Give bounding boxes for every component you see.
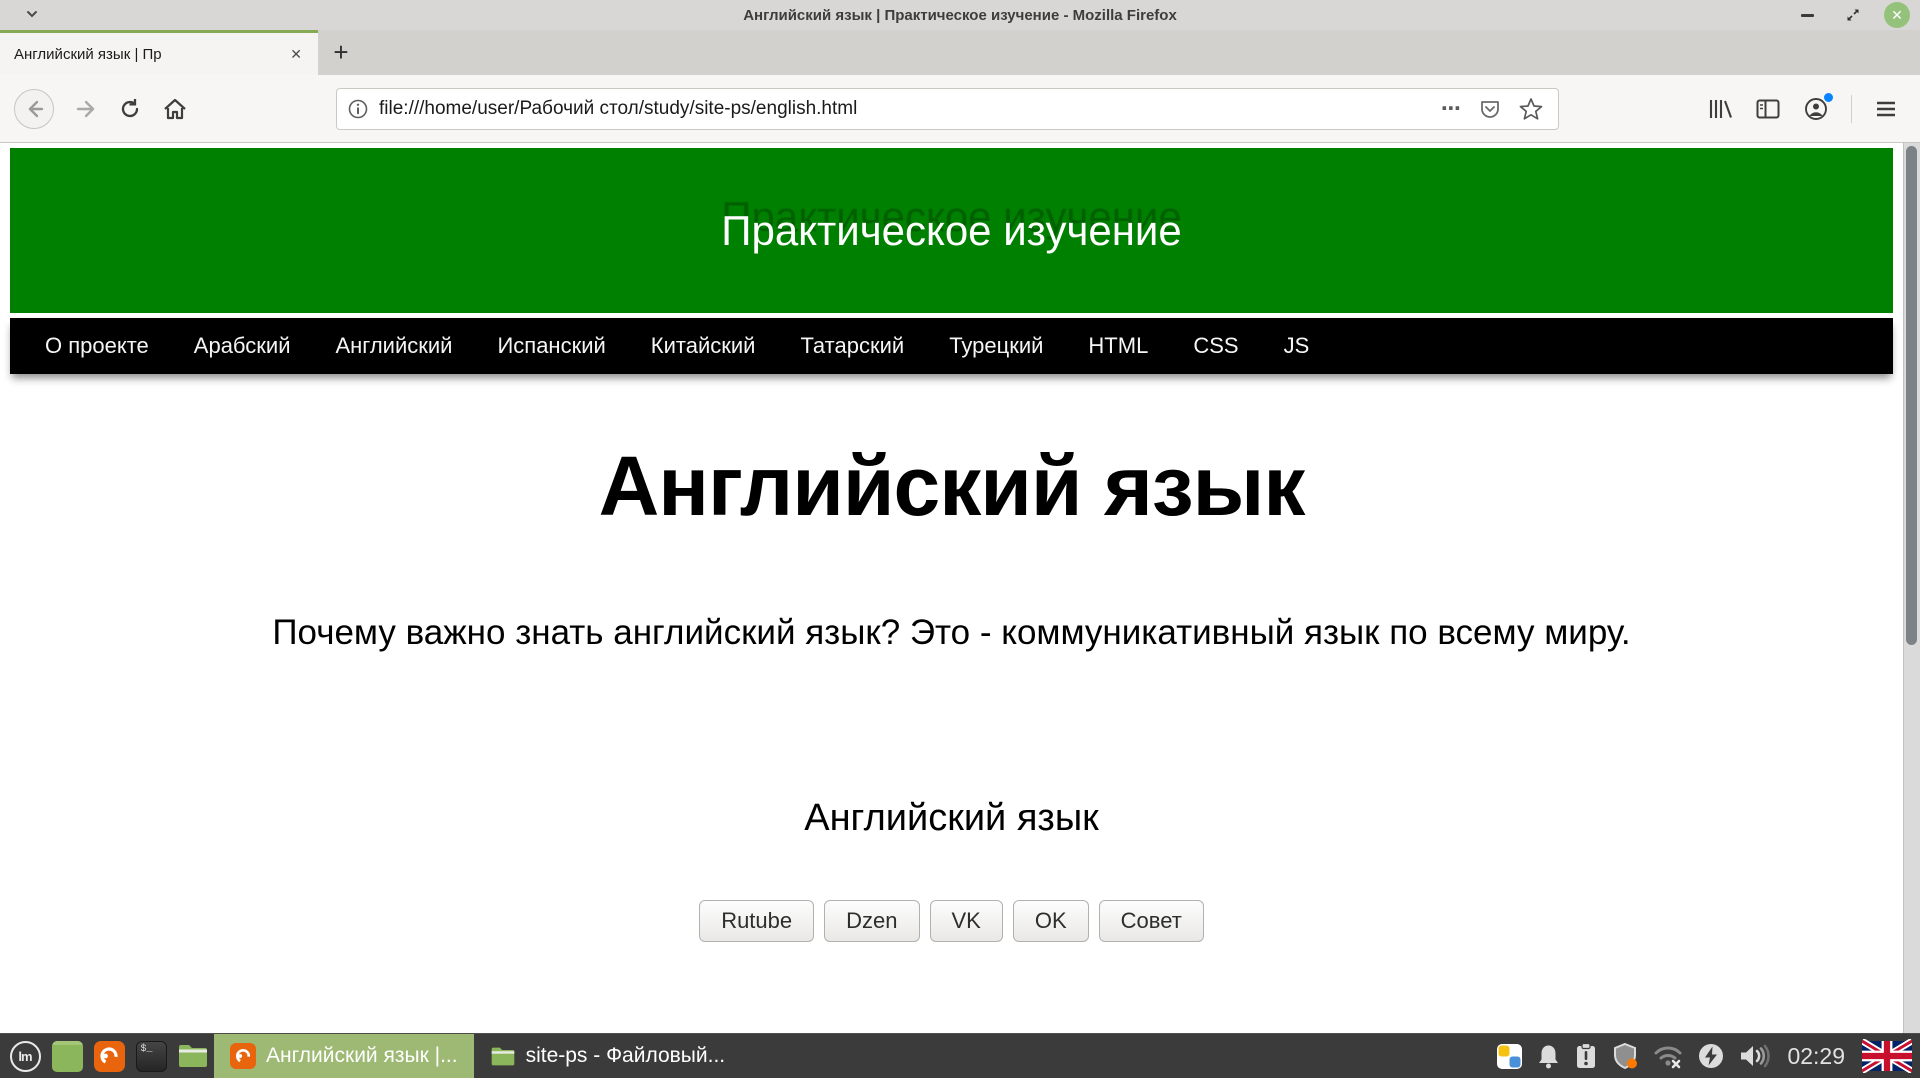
page-scrollbar[interactable] bbox=[1903, 143, 1920, 1033]
site-nav: О проекте Арабский Английский Испанский … bbox=[10, 318, 1893, 374]
tab-close-icon[interactable]: ✕ bbox=[284, 44, 308, 65]
power-icon[interactable] bbox=[1697, 1042, 1725, 1070]
nav-item-tatar[interactable]: Татарский bbox=[800, 333, 904, 359]
nav-item-css[interactable]: CSS bbox=[1193, 333, 1238, 359]
page-viewport: Практическое изучение О проекте Арабский… bbox=[0, 143, 1920, 1033]
url-actions: ⋯ bbox=[1441, 96, 1548, 122]
tab-title: Английский язык | Пр bbox=[14, 46, 284, 63]
forward-button[interactable] bbox=[74, 98, 98, 120]
subheading: Английский язык bbox=[0, 797, 1903, 840]
tab-english-page[interactable]: Английский язык | Пр ✕ bbox=[0, 30, 318, 75]
lead-paragraph: Почему важно знать английский язык? Это … bbox=[0, 613, 1903, 653]
notifications-bell-icon[interactable] bbox=[1536, 1043, 1561, 1070]
tab-strip: Английский язык | Пр ✕ + bbox=[0, 30, 1920, 75]
nav-item-arabic[interactable]: Арабский bbox=[194, 333, 291, 359]
reload-button[interactable] bbox=[118, 97, 142, 121]
toolbar-right-icons bbox=[1707, 95, 1906, 123]
task-file-manager-window[interactable]: site-ps - Файловый... bbox=[474, 1034, 742, 1078]
back-button[interactable] bbox=[14, 89, 54, 129]
terminal-icon[interactable]: $_ bbox=[130, 1034, 172, 1078]
clock[interactable]: 02:29 bbox=[1787, 1043, 1845, 1070]
pocket-icon[interactable] bbox=[1478, 97, 1502, 121]
desktop-screen: Английский язык | Практическое изучение … bbox=[0, 0, 1920, 1078]
button-vk[interactable]: VK bbox=[930, 900, 1003, 942]
notification-dot bbox=[1824, 93, 1833, 102]
url-input[interactable]: file:///home/user/Рабочий стол/study/sit… bbox=[379, 98, 1441, 120]
nav-item-spanish[interactable]: Испанский bbox=[497, 333, 605, 359]
page-content: Практическое изучение О проекте Арабский… bbox=[0, 148, 1903, 942]
minimize-button[interactable] bbox=[1792, 2, 1822, 28]
library-icon[interactable] bbox=[1707, 97, 1733, 121]
site-banner-title: Практическое изучение bbox=[721, 207, 1181, 255]
button-rutube[interactable]: Rutube bbox=[699, 900, 814, 942]
button-ok[interactable]: OK bbox=[1013, 900, 1089, 942]
updates-clipboard-icon[interactable] bbox=[1574, 1042, 1598, 1070]
nav-item-html[interactable]: HTML bbox=[1088, 333, 1148, 359]
menu-hamburger-icon[interactable] bbox=[1874, 98, 1898, 120]
task-firefox-window[interactable]: Английский язык |... bbox=[214, 1034, 474, 1078]
page-title: Английский язык bbox=[0, 438, 1903, 535]
account-icon[interactable] bbox=[1803, 96, 1829, 122]
scrollbar-thumb[interactable] bbox=[1906, 146, 1917, 645]
show-desktop-icon[interactable] bbox=[46, 1034, 88, 1078]
workspaces-icon[interactable] bbox=[1496, 1043, 1523, 1070]
wifi-offline-icon[interactable] bbox=[1652, 1043, 1684, 1069]
new-tab-button[interactable]: + bbox=[318, 30, 364, 75]
window-titlebar: Английский язык | Практическое изучение … bbox=[0, 0, 1920, 30]
folder-icon bbox=[490, 1046, 516, 1067]
system-tray: 02:29 bbox=[1496, 1039, 1912, 1073]
site-info-icon[interactable] bbox=[347, 98, 369, 120]
minimize-icon bbox=[1801, 14, 1814, 17]
files-icon[interactable] bbox=[172, 1034, 214, 1078]
nav-item-turkish[interactable]: Турецкий bbox=[949, 333, 1043, 359]
task-label: Английский язык |... bbox=[266, 1044, 458, 1068]
task-label: site-ps - Файловый... bbox=[526, 1044, 726, 1068]
close-button[interactable]: ✕ bbox=[1884, 2, 1910, 28]
taskbar: lm $_ Английский язык |... site-ps - Фай… bbox=[0, 1033, 1920, 1078]
restore-icon bbox=[1845, 7, 1861, 23]
bookmark-star-icon[interactable] bbox=[1518, 96, 1544, 122]
url-bar[interactable]: file:///home/user/Рабочий стол/study/sit… bbox=[336, 88, 1559, 130]
sidebars-icon[interactable] bbox=[1755, 97, 1781, 121]
button-sovet[interactable]: Совет bbox=[1099, 900, 1204, 942]
toolbar-divider bbox=[1851, 95, 1852, 123]
site-banner: Практическое изучение bbox=[10, 148, 1893, 313]
firefox-icon bbox=[230, 1043, 256, 1069]
link-buttons-row: Rutube Dzen VK OK Совет bbox=[0, 900, 1903, 942]
browser-toolbar: file:///home/user/Рабочий стол/study/sit… bbox=[0, 75, 1920, 143]
volume-icon[interactable] bbox=[1738, 1043, 1770, 1069]
mint-menu-icon[interactable]: lm bbox=[4, 1034, 46, 1078]
nav-item-chinese[interactable]: Китайский bbox=[651, 333, 756, 359]
home-button[interactable] bbox=[162, 97, 188, 121]
window-controls: ✕ bbox=[1792, 0, 1910, 30]
uk-flag-icon[interactable] bbox=[1862, 1039, 1912, 1073]
nav-item-about[interactable]: О проекте bbox=[45, 333, 149, 359]
button-dzen[interactable]: Dzen bbox=[824, 900, 919, 942]
security-shield-icon[interactable] bbox=[1611, 1042, 1639, 1070]
nav-item-js[interactable]: JS bbox=[1284, 333, 1310, 359]
nav-item-english[interactable]: Английский bbox=[335, 333, 452, 359]
maximize-restore-button[interactable] bbox=[1838, 2, 1868, 28]
firefox-launcher-icon[interactable] bbox=[88, 1034, 130, 1078]
page-actions-icon[interactable]: ⋯ bbox=[1441, 96, 1462, 121]
window-title: Английский язык | Практическое изучение … bbox=[0, 7, 1920, 24]
